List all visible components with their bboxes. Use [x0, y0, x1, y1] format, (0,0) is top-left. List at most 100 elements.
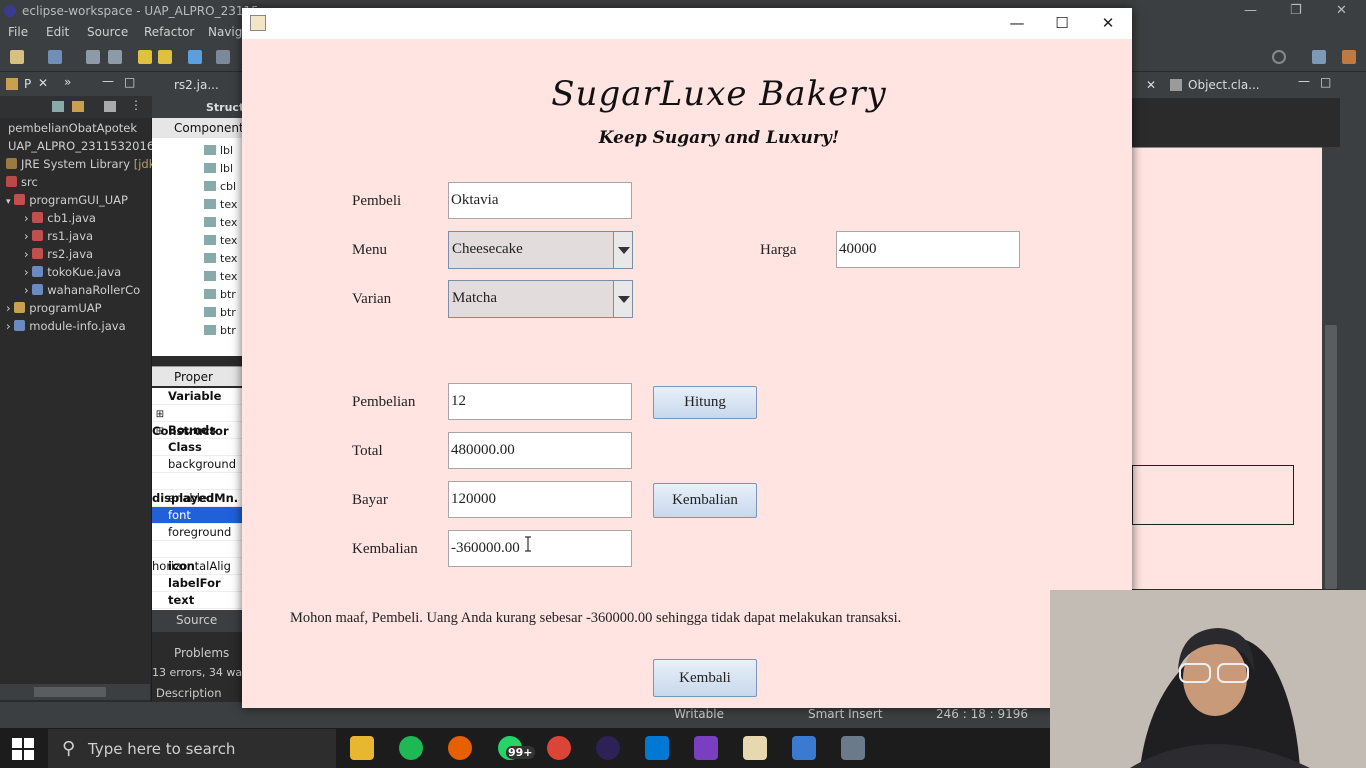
scroll-thumb[interactable]	[1325, 325, 1337, 589]
tree-item-module-info[interactable]: › module-info.java	[6, 319, 126, 333]
property-row[interactable]: background	[152, 456, 242, 473]
filter-icon[interactable]	[104, 101, 116, 112]
tree-item-package-programuap[interactable]: › programUAP	[6, 301, 102, 315]
bayar-input[interactable]: 120000	[448, 481, 632, 518]
property-row[interactable]: ⊞Constructor	[152, 405, 242, 438]
eclipse-icon[interactable]	[596, 736, 620, 760]
view-menu-icon[interactable]: ⋮	[130, 98, 142, 112]
tree-item-project-pembelian[interactable]: pembelianObatApotek	[8, 121, 137, 135]
open-icon[interactable]	[48, 50, 62, 64]
chrome-icon[interactable]	[547, 736, 571, 760]
property-row[interactable]: labelFor	[152, 575, 242, 592]
menu-source[interactable]: Source	[87, 25, 128, 39]
close-icon[interactable]: ✕	[38, 76, 48, 90]
overflow-icon[interactable]: »	[64, 75, 71, 89]
property-row[interactable]: Class	[152, 439, 242, 456]
harga-input[interactable]: 40000	[836, 231, 1020, 268]
remote-desktop-icon[interactable]	[792, 736, 816, 760]
component-item[interactable]: btr	[204, 306, 236, 319]
property-row[interactable]: ⊞ Bounds	[152, 422, 242, 439]
search-icon[interactable]	[1272, 50, 1286, 64]
maximize-view-icon[interactable]: □	[1320, 75, 1331, 89]
menu-refactor[interactable]: Refactor	[144, 25, 194, 39]
java-app-icon[interactable]	[743, 736, 767, 760]
scroll-thumb[interactable]	[34, 687, 106, 697]
hitung-button[interactable]: Hitung	[653, 386, 757, 419]
kembalian-button[interactable]: Kembalian	[653, 483, 757, 518]
app-close-icon[interactable]: ✕	[1086, 8, 1130, 39]
eclipse-restore-icon[interactable]: ❐	[1290, 0, 1302, 22]
property-row[interactable]: enabled	[152, 490, 242, 507]
link-editor-icon[interactable]	[72, 101, 84, 112]
chevron-down-icon[interactable]	[613, 232, 632, 268]
horizontal-scrollbar[interactable]	[0, 684, 150, 700]
component-item[interactable]: lbl	[204, 144, 233, 157]
undo-icon[interactable]	[138, 50, 152, 64]
tree-item-cb1[interactable]: › cb1.java	[24, 211, 96, 225]
kembali-button[interactable]: Kembali	[653, 659, 757, 697]
property-row[interactable]: displayedMn.	[152, 473, 242, 505]
menu-file[interactable]: File	[8, 25, 28, 39]
app-minimize-icon[interactable]: —	[995, 8, 1039, 39]
expand-plus-icon[interactable]: ⊞	[152, 423, 168, 440]
store-icon[interactable]	[645, 736, 669, 760]
perspective-icon[interactable]	[1312, 50, 1326, 64]
tree-item-package-programgui[interactable]: ▾ programGUI_UAP	[6, 193, 128, 207]
component-item[interactable]: tex	[204, 234, 237, 247]
tree-item-jre[interactable]: JRE System Library [jdk	[6, 157, 155, 171]
tab-object-class[interactable]: Object.cla...	[1188, 78, 1260, 92]
windows-start-icon[interactable]	[12, 738, 34, 760]
property-row[interactable]: foreground	[152, 524, 242, 541]
menu-edit[interactable]: Edit	[46, 25, 69, 39]
minimize-view-icon[interactable]: —	[102, 74, 114, 88]
component-item[interactable]: lbl	[204, 162, 233, 175]
firefox-icon[interactable]	[448, 736, 472, 760]
tree-item-project-uap[interactable]: UAP_ALPRO_2311532016	[8, 139, 154, 153]
property-row[interactable]: horizontalAlig	[152, 541, 242, 573]
property-row[interactable]: Variable	[152, 388, 242, 405]
component-item[interactable]: cbl	[204, 180, 236, 193]
tab-package-explorer[interactable]: P	[24, 77, 31, 91]
component-item[interactable]: tex	[204, 270, 237, 283]
expand-plus-icon[interactable]: ⊞	[152, 406, 168, 423]
total-input[interactable]: 480000.00	[448, 432, 632, 469]
save-icon[interactable]	[86, 50, 100, 64]
tree-item-src[interactable]: src	[6, 175, 38, 189]
tab-problems[interactable]: Problems	[174, 646, 229, 660]
redo-icon[interactable]	[158, 50, 172, 64]
collapse-all-icon[interactable]	[52, 101, 64, 112]
component-item[interactable]: tex	[204, 198, 237, 211]
tab-rs2-java[interactable]: rs2.ja...	[174, 78, 219, 92]
video-editor-icon[interactable]	[694, 736, 718, 760]
property-row[interactable]: text	[152, 592, 242, 609]
pembeli-input[interactable]: Oktavia	[448, 182, 632, 219]
eclipse-minimize-icon[interactable]: —	[1244, 0, 1257, 22]
chevron-down-icon[interactable]	[613, 281, 632, 317]
tab-source[interactable]: Source	[176, 613, 217, 627]
minimize-view-icon[interactable]: —	[1298, 74, 1310, 88]
eclipse-close-icon[interactable]: ✕	[1336, 0, 1347, 22]
maximize-view-icon[interactable]: □	[124, 75, 135, 89]
taskbar-search[interactable]: ⚲ Type here to search	[48, 729, 336, 768]
camera-icon[interactable]	[841, 736, 865, 760]
property-row[interactable]: font	[152, 507, 242, 524]
component-item[interactable]: btr	[204, 324, 236, 337]
spotify-icon[interactable]	[399, 736, 423, 760]
tree-item-rs2[interactable]: › rs2.java	[24, 247, 93, 261]
file-explorer-icon[interactable]	[350, 736, 374, 760]
property-row[interactable]: icon	[152, 558, 242, 575]
component-item[interactable]: tex	[204, 252, 237, 265]
varian-select[interactable]: Matcha	[448, 280, 633, 318]
app-maximize-icon[interactable]: ☐	[1040, 8, 1084, 39]
java-perspective-icon[interactable]	[1342, 50, 1356, 64]
save-all-icon[interactable]	[108, 50, 122, 64]
debug-icon[interactable]	[216, 50, 230, 64]
run-icon[interactable]	[188, 50, 202, 64]
new-icon[interactable]	[10, 50, 24, 64]
tree-item-rs1[interactable]: › rs1.java	[24, 229, 93, 243]
component-item[interactable]: btr	[204, 288, 236, 301]
pembelian-input[interactable]: 12	[448, 383, 632, 420]
tree-item-wahana[interactable]: › wahanaRollerCo	[24, 283, 140, 297]
menu-select[interactable]: Cheesecake	[448, 231, 633, 269]
tree-item-tokokue[interactable]: › tokoKue.java	[24, 265, 121, 279]
